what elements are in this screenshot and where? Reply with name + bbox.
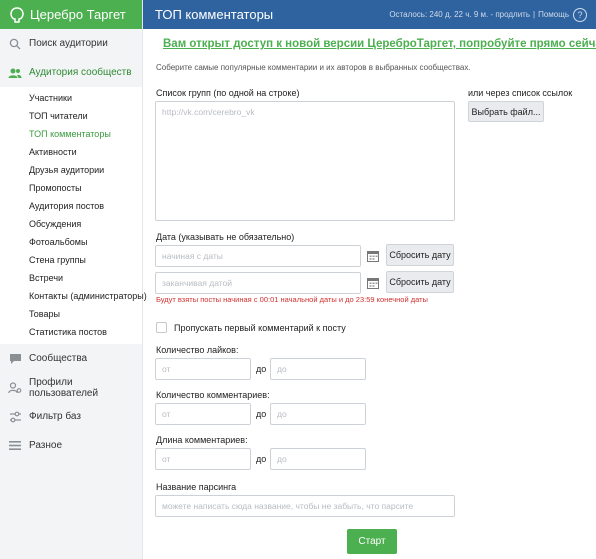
nav-community-audience[interactable]: Аудитория сообществ (0, 58, 142, 87)
date-note: Будут взяты посты начиная с 00:01 началь… (156, 295, 428, 304)
submenu-item-activities[interactable]: Активности (0, 143, 142, 161)
search-icon (8, 37, 22, 51)
comments-to-input[interactable]: до (270, 403, 366, 425)
submenu-item-goods[interactable]: Товары (0, 305, 142, 323)
new-version-banner-link[interactable]: Вам открыт доступ к новой версии Церебро… (163, 38, 596, 50)
length-from-input[interactable]: от (155, 448, 251, 470)
groups-list-textarea[interactable]: http://vk.com/cerebro_vk (155, 101, 455, 221)
users-icon (8, 66, 22, 80)
date-from-input[interactable]: начиная с даты (155, 245, 361, 267)
start-button[interactable]: Старт (347, 529, 397, 554)
comment-length-label: Длина комментариев: (156, 435, 248, 445)
likes-count-label: Количество лайков: (156, 345, 239, 355)
nav-search-audience-label: Поиск аудитории (29, 38, 108, 49)
nav-filter-bases-label: Фильтр баз (29, 411, 81, 422)
sliders-icon (8, 410, 22, 424)
choose-file-button[interactable]: Выбрать файл... (468, 101, 544, 122)
date-to-input[interactable]: заканчивая датой (155, 272, 361, 294)
nav-filter-bases[interactable]: Фильтр баз (0, 402, 142, 431)
submenu-item-top-readers[interactable]: ТОП читатели (0, 107, 142, 125)
nav-search-audience[interactable]: Поиск аудитории (0, 29, 142, 58)
submenu-item-meetings[interactable]: Встречи (0, 269, 142, 287)
user-settings-icon (8, 381, 22, 395)
likes-to-text: до (256, 364, 267, 374)
groups-list-label: Список групп (по одной на строке) (156, 88, 300, 98)
chat-icon (8, 352, 22, 366)
community-submenu: Участники ТОП читатели ТОП комментаторы … (0, 87, 147, 344)
reset-date-to-button[interactable]: Сбросить дату (386, 271, 454, 293)
main-content: Вам открыт доступ к новой версии Церебро… (143, 29, 596, 559)
submenu-item-top-commenters[interactable]: ТОП комментаторы (0, 125, 142, 143)
submenu-item-members[interactable]: Участники (0, 89, 142, 107)
likes-to-input[interactable]: до (270, 358, 366, 380)
submenu-item-contacts[interactable]: Контакты (администраторы) (0, 287, 147, 305)
calendar-icon[interactable] (367, 277, 379, 289)
submenu-item-audience-friends[interactable]: Друзья аудитории (0, 161, 142, 179)
page-title: ТОП комментаторы (155, 7, 274, 22)
help-icon[interactable]: ? (573, 7, 587, 22)
comments-count-label: Количество комментариев: (156, 390, 270, 400)
likes-from-input[interactable]: от (155, 358, 251, 380)
submenu-item-promoposts[interactable]: Промопосты (0, 179, 142, 197)
subscription-status: Осталось: 240 д. 22 ч. 9 м. - продлить | П… (389, 10, 569, 19)
comments-from-input[interactable]: от (155, 403, 251, 425)
subscription-remaining-link[interactable]: Осталось: 240 д. 22 ч. 9 м. - продлить (389, 10, 530, 19)
calendar-icon[interactable] (367, 250, 379, 262)
nav-misc[interactable]: Разное (0, 431, 142, 460)
submenu-item-discussions[interactable]: Обсуждения (0, 215, 142, 233)
length-to-input[interactable]: до (270, 448, 366, 470)
menu-icon (8, 439, 22, 453)
submenu-item-group-wall[interactable]: Стена группы (0, 251, 142, 269)
brain-logo-icon (10, 6, 24, 23)
comments-to-text: до (256, 409, 267, 419)
submenu-item-photo-albums[interactable]: Фотоальбомы (0, 233, 142, 251)
reset-date-from-button[interactable]: Сбросить дату (386, 244, 454, 266)
nav-community-audience-label: Аудитория сообществ (29, 67, 132, 78)
nav-misc-label: Разное (29, 440, 63, 451)
parsing-name-label: Название парсинга (156, 482, 237, 492)
nav-user-profiles-label: Профили пользователей (29, 376, 99, 399)
nav-communities-label: Сообщества (29, 353, 88, 364)
brand-header[interactable]: Церебро Таргет (0, 0, 142, 29)
skip-first-comment-label: Пропускать первый комментарий к посту (174, 323, 346, 333)
links-list-label: или через список ссылок (468, 88, 573, 98)
nav-communities[interactable]: Сообщества (0, 344, 142, 373)
parsing-name-input[interactable]: можете написать сюда название, чтобы не … (155, 495, 455, 517)
brand-name: Церебро Таргет (30, 7, 126, 22)
length-to-text: до (256, 454, 267, 464)
submenu-item-post-stats[interactable]: Статистика постов (0, 323, 142, 341)
sidebar: Церебро Таргет Поиск аудитории Аудитория… (0, 0, 147, 559)
skip-first-comment-checkbox[interactable] (156, 322, 167, 333)
help-link[interactable]: Помощь (538, 10, 569, 19)
nav-user-profiles[interactable]: Профили пользователей (0, 373, 142, 402)
status-separator: | (533, 10, 536, 19)
submenu-item-post-audience[interactable]: Аудитория постов (0, 197, 142, 215)
page-description: Соберите самые популярные комментарии и … (156, 63, 471, 72)
date-label: Дата (указывать не обязательно) (156, 232, 295, 242)
topbar: ТОП комментаторы Осталось: 240 д. 22 ч. … (143, 0, 596, 29)
